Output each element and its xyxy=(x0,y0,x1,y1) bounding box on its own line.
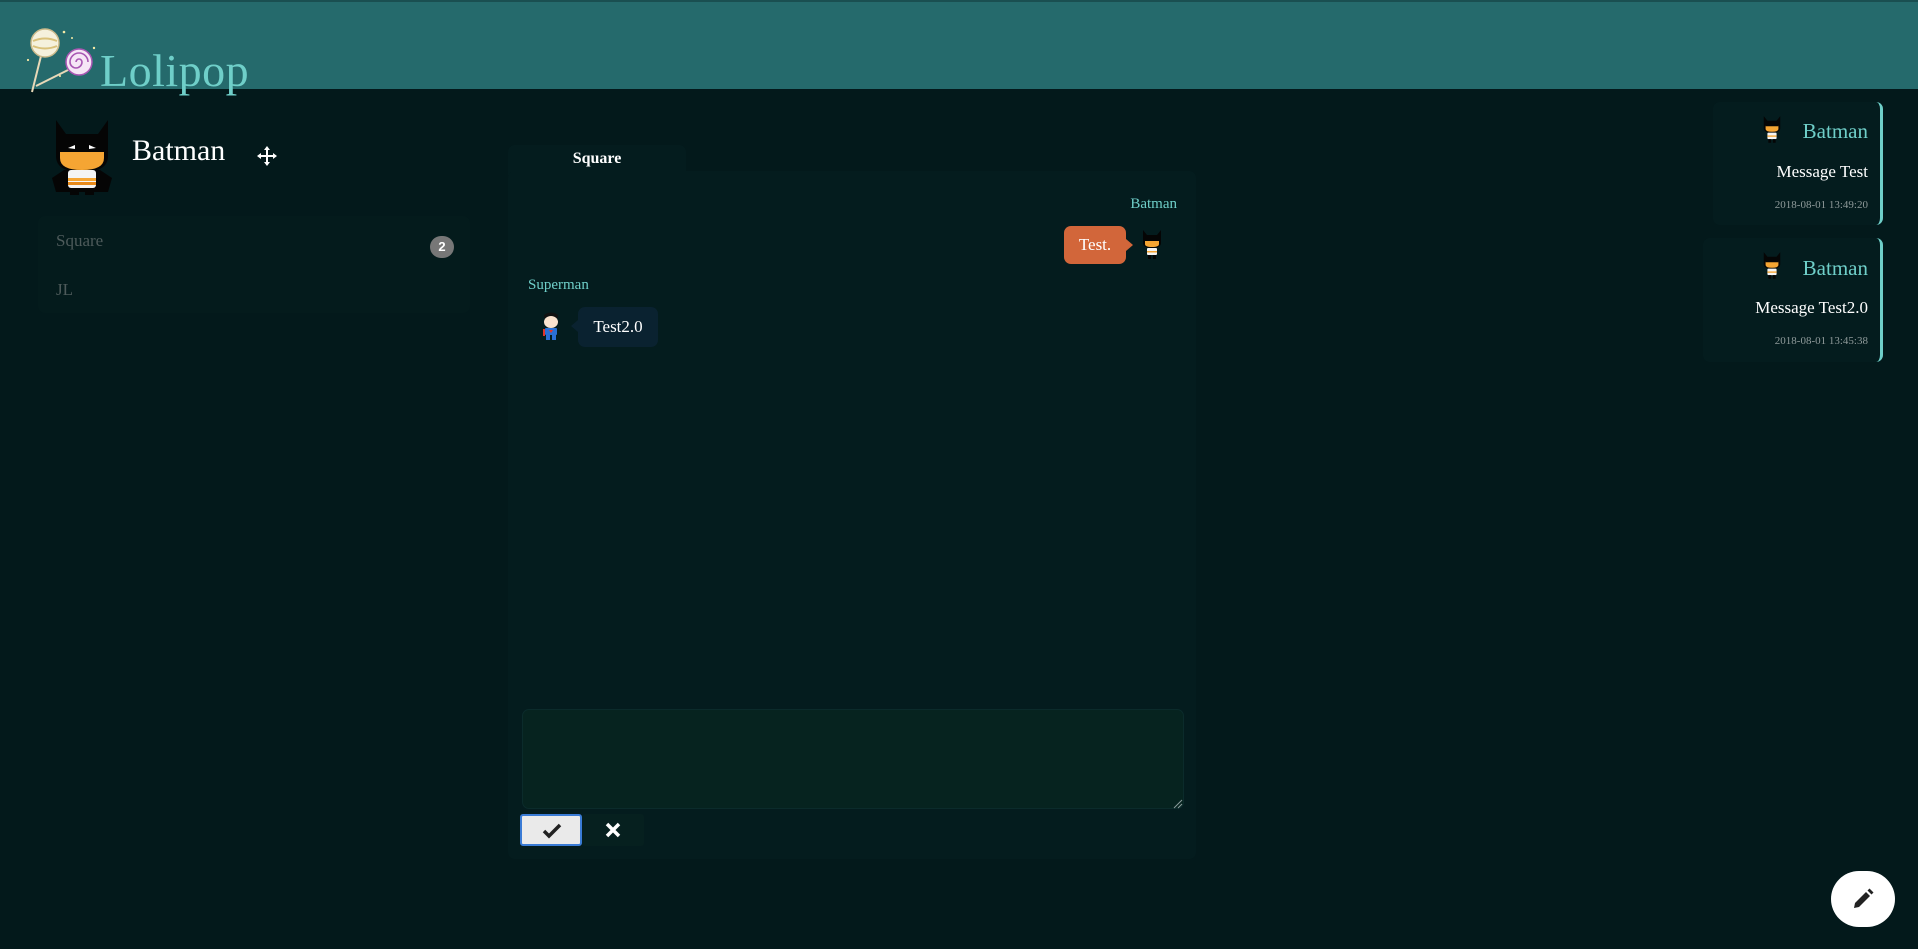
room-item-jl[interactable]: JL xyxy=(56,275,454,305)
app-logo-text: Lolipop xyxy=(100,45,250,96)
room-label: JL xyxy=(56,280,73,299)
superman-avatar-icon xyxy=(543,312,558,340)
room-list: Square 2 JL xyxy=(38,216,470,313)
batman-avatar-icon xyxy=(1763,252,1781,279)
lollipop-logo-icon xyxy=(26,28,96,93)
times-icon xyxy=(605,822,621,838)
notification-card[interactable]: Batman Message Test2.0 2018-08-01 13:45:… xyxy=(1703,238,1883,362)
notification-message: Message Test2.0 xyxy=(1755,298,1868,317)
notification-timestamp: 2018-08-01 13:45:38 xyxy=(1774,335,1868,347)
compose-button[interactable] xyxy=(1831,871,1895,927)
profile-name: Batman xyxy=(132,134,226,167)
notification-message: Message Test xyxy=(1776,162,1868,181)
send-button[interactable] xyxy=(520,814,582,846)
message-bubble-incoming: Test2.0 xyxy=(571,307,658,347)
unread-badge: 2 xyxy=(430,236,454,258)
notification-sender: Batman xyxy=(1802,256,1868,280)
check-icon xyxy=(542,823,562,839)
batman-avatar-icon xyxy=(1143,230,1161,259)
room-label: Square xyxy=(56,231,104,250)
cancel-button[interactable] xyxy=(582,814,644,846)
move-icon[interactable] xyxy=(256,145,278,167)
message-sender: Batman xyxy=(1130,196,1177,212)
notification-timestamp: 2018-08-01 13:49:20 xyxy=(1774,199,1868,211)
resize-handle-icon[interactable] xyxy=(1173,799,1183,809)
notification-card[interactable]: Batman Message Test 2018-08-01 13:49:20 xyxy=(1713,102,1883,225)
chat-panel: Batman Test. Superman Test2.0 xyxy=(508,171,1196,859)
notification-sender: Batman xyxy=(1802,119,1868,143)
message-bubble-outgoing: Test. xyxy=(1064,226,1133,264)
app-header: Lolipop xyxy=(0,0,1918,94)
batman-avatar-icon xyxy=(1763,116,1781,143)
room-item-square[interactable]: Square 2 xyxy=(56,226,454,258)
message-sender: Superman xyxy=(528,277,589,293)
message-input[interactable] xyxy=(522,709,1184,809)
composer-actions xyxy=(520,814,646,850)
batman-avatar-icon xyxy=(52,120,112,195)
pencil-icon xyxy=(1854,888,1874,908)
